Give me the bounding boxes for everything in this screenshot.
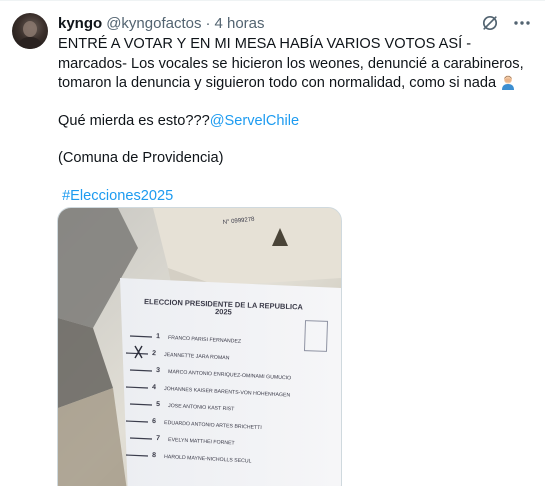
- tweet[interactable]: kyngo @kyngofactos · 4 horas ENTRÉ A VOT…: [0, 0, 545, 486]
- tweet-paragraph-comuna: (Comuna de Providencia): [58, 150, 224, 167]
- avatar-body: [17, 37, 43, 49]
- ballot-photo: N° 0999278 ELECCION PRESIDENTE DE LA REP…: [58, 208, 341, 486]
- mention-link[interactable]: @ServelChile: [210, 113, 299, 129]
- tweet-paragraph-main: ENTRÉ A VOTAR Y EN MI MESA HABÍA VARIOS …: [58, 35, 530, 94]
- tweet-paragraph-question: Qué mierda es esto???@ServelChile: [58, 112, 530, 132]
- more-icon-svg: [514, 21, 530, 25]
- man-facepalming-emoji: [500, 74, 516, 91]
- tweet-paragraph-hashtag: #Elecciones2025: [58, 187, 530, 207]
- grok-icon[interactable]: [481, 14, 499, 32]
- candidate-number: 5: [156, 401, 160, 408]
- more-icon[interactable]: [513, 14, 531, 32]
- candidate-number: 1: [156, 333, 160, 340]
- avatar-face: [23, 21, 37, 37]
- avatar[interactable]: [12, 13, 48, 49]
- tweet-photo[interactable]: N° 0999278 ELECCION PRESIDENTE DE LA REP…: [57, 207, 342, 486]
- grok-icon-svg: [482, 15, 498, 31]
- tweet-text: ENTRÉ A VOTAR Y EN MI MESA HABÍA VARIOS …: [58, 35, 530, 207]
- question-text: Qué mierda es esto???: [58, 112, 210, 129]
- ballot-year: 2025: [215, 307, 232, 317]
- user-handle[interactable]: @kyngofactos: [106, 15, 201, 32]
- display-name[interactable]: kyngo: [58, 15, 102, 32]
- header-actions: [481, 14, 531, 32]
- candidate-number: 4: [152, 384, 156, 391]
- candidate-number: 3: [156, 367, 160, 374]
- hashtag-link[interactable]: #Elecciones2025: [62, 188, 173, 204]
- candidate-number: 2: [152, 350, 156, 357]
- separator-dot: ·: [205, 14, 211, 32]
- tweet-main-text: ENTRÉ A VOTAR Y EN MI MESA HABÍA VARIOS …: [58, 36, 524, 92]
- timestamp[interactable]: 4 horas: [214, 15, 264, 32]
- candidate-number: 8: [152, 452, 156, 459]
- candidate-number: 7: [156, 435, 160, 442]
- tweet-header: kyngo @kyngofactos · 4 horas: [58, 13, 265, 33]
- candidate-number: 6: [152, 418, 156, 425]
